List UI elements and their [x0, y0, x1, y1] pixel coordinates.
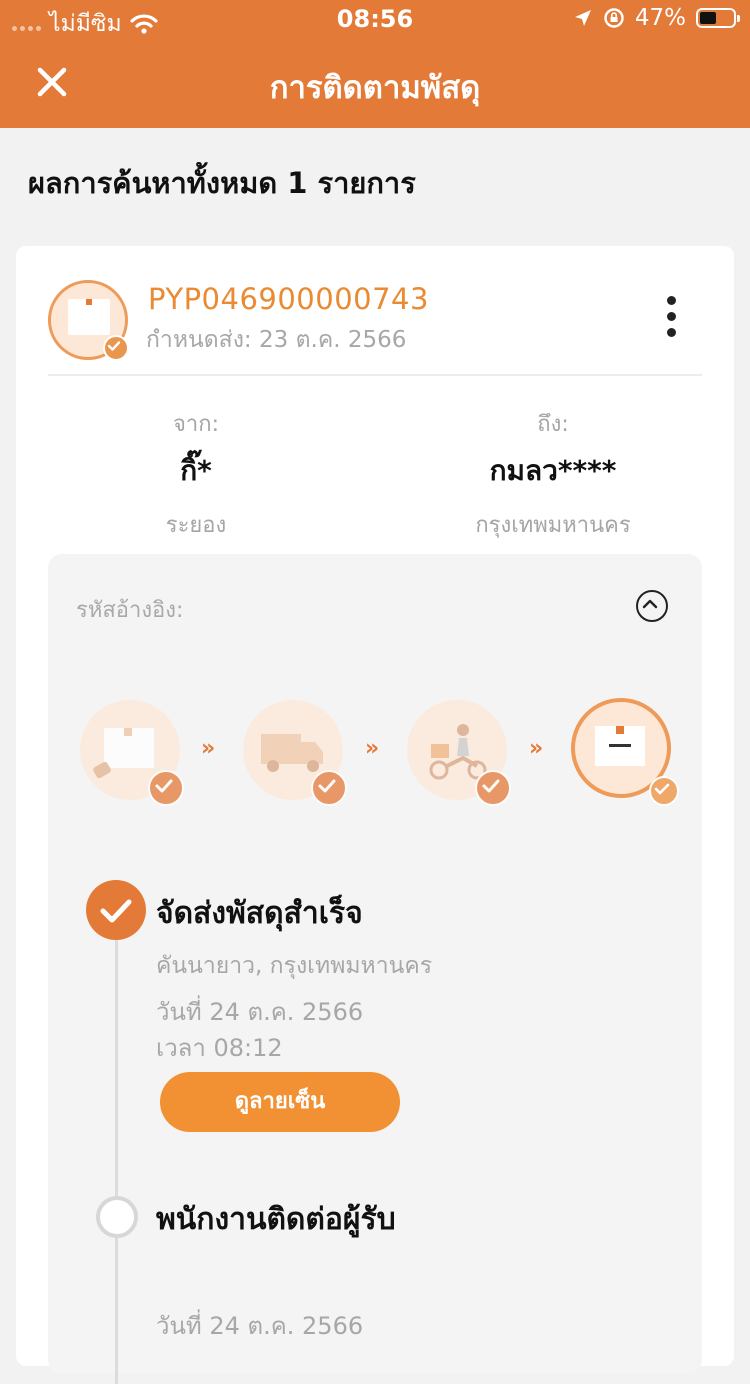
step-package-received: [80, 700, 184, 806]
event-date: วันที่ 24 ต.ค. 2566: [156, 998, 364, 1026]
timeline-line: [115, 914, 118, 1384]
check-badge-icon: [103, 335, 129, 361]
step-check-icon: [148, 770, 184, 806]
sender-name: กิ๊*: [180, 454, 212, 487]
divider: [48, 374, 702, 376]
step-out-for-delivery: [407, 700, 511, 806]
step-check-icon: [649, 776, 679, 806]
event-time: เวลา 08:12: [156, 1034, 283, 1062]
status-bar: ไม่มีซิม 08:56 47%: [0, 0, 750, 40]
timeline-pending-icon: [96, 1196, 138, 1238]
chevron-up-icon[interactable]: [636, 590, 668, 622]
sender-city: ระยอง: [165, 513, 227, 538]
event-date: วันที่ 24 ต.ค. 2566: [156, 1312, 364, 1340]
step-check-icon: [311, 770, 347, 806]
package-box-icon: [68, 299, 110, 335]
navbar: การติดตามพัสดุ: [0, 40, 750, 128]
chevron-right-icon: »: [529, 736, 544, 761]
recipient-city: กรุงเทพมหานคร: [475, 513, 631, 538]
step-check-icon: [475, 770, 511, 806]
status-right: 47%: [573, 5, 740, 31]
chevron-right-icon: »: [201, 736, 216, 761]
tracking-number[interactable]: PYP046900000743: [148, 282, 429, 316]
chevron-right-icon: »: [365, 736, 380, 761]
rotation-lock-icon: [604, 8, 624, 28]
due-date: กำหนดส่ง: 23 ต.ค. 2566: [146, 327, 407, 353]
result-count: ผลการค้นหาทั้งหมด 1 รายการ: [28, 166, 416, 200]
tracking-details-panel: รหัสอ้างอิง: » » » จัดส่งพัสดุสำเร็จ คัน…: [48, 554, 702, 1384]
more-options-icon[interactable]: [661, 296, 681, 346]
event-title: พนักงานติดต่อผู้รับ: [156, 1202, 396, 1237]
shipment-card: PYP046900000743 กำหนดส่ง: 23 ต.ค. 2566 จ…: [16, 246, 734, 1384]
recipient-name: กมลว****: [489, 454, 617, 487]
sender-label: จาก:: [173, 412, 219, 437]
reference-label: รหัสอ้างอิง:: [76, 598, 184, 623]
location-arrow-icon: [574, 10, 591, 26]
recipient-info: ถึง: กมลว**** กรุงเทพมหานคร: [403, 406, 703, 542]
step-in-transit: [243, 700, 347, 806]
timeline-done-icon: [86, 880, 146, 940]
recipient-label: ถึง:: [537, 412, 569, 437]
battery-icon: [696, 8, 740, 28]
package-avatar: [48, 280, 129, 361]
step-delivered: [571, 698, 679, 806]
sender-info: จาก: กิ๊* ระยอง: [46, 406, 346, 542]
battery-percent: 47%: [634, 5, 686, 31]
view-signature-button[interactable]: ดูลายเซ็น: [160, 1072, 400, 1132]
event-location: คันนายาว, กรุงเทพมหานคร: [156, 953, 433, 979]
page-title: การติดตามพัสดุ: [269, 70, 481, 106]
event-title: จัดส่งพัสดุสำเร็จ: [156, 896, 363, 931]
